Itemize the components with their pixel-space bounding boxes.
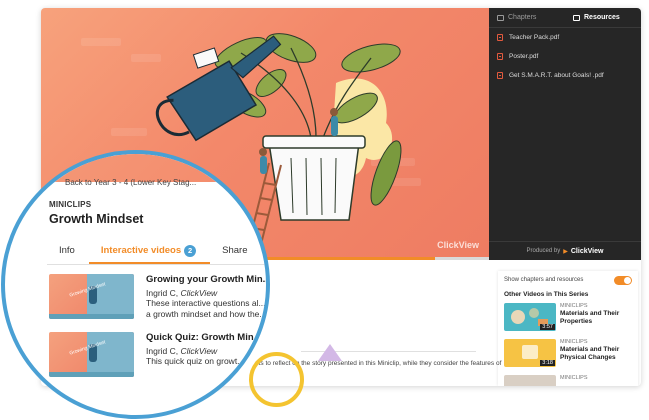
related-video-category: MINICLIPS (560, 375, 588, 381)
related-video-title[interactable]: Materials and Their Physical Changes (560, 346, 632, 362)
toggle-label: Show chapters and resources (504, 277, 584, 283)
tab-resources-label: Resources (584, 14, 620, 21)
tab-interactive-videos[interactable]: Interactive videos 2 (88, 241, 211, 264)
magnifier-callout: Back to Year 3 - 4 (Lower Key Stag... MI… (1, 150, 270, 419)
show-chapters-toggle-row: Show chapters and resources (498, 271, 638, 289)
interactive-video-item[interactable]: Growing Mindset Growing your Growth Min.… (49, 274, 267, 324)
video-category: MINICLIPS (49, 200, 92, 209)
duration-badge: 3:57 (540, 324, 555, 330)
related-video-item[interactable]: 3:57 MINICLIPS Materials and Their Prope… (498, 303, 638, 331)
tab-info[interactable]: Info (47, 241, 89, 264)
triangle-shape (318, 344, 342, 361)
produced-by: Produced by ▶ ClickView (489, 241, 641, 260)
related-video-title[interactable]: Materials and Their Properties (560, 310, 632, 326)
panel-tabs: Chapters Resources (489, 8, 641, 28)
interactive-video-desc: a growth mindset and how the... (146, 309, 267, 320)
thumb-strip (49, 372, 134, 377)
resource-file-label: Get S.M.A.R.T. about Goals! .pdf (509, 72, 604, 79)
related-video-info: MINICLIPS (560, 375, 588, 386)
related-video-info: MINICLIPS Materials and Their Properties (560, 303, 632, 331)
author-org: ClickView (180, 346, 218, 356)
interactive-video-desc: These interactive questions al... (146, 298, 266, 308)
related-video-category: MINICLIPS (560, 303, 588, 309)
interactive-video-item[interactable]: Growing Mindset Quick Quiz: Growth Min..… (49, 332, 266, 382)
related-video-info: MINICLIPS Materials and Their Physical C… (560, 339, 632, 367)
pdf-icon (497, 72, 503, 79)
interactive-video-info: Quick Quiz: Growth Min... Ingrid C, Clic… (146, 332, 266, 367)
pdf-icon (497, 34, 503, 41)
resource-file-label: Poster.pdf (509, 53, 539, 60)
video-thumbnail[interactable]: Growing Mindset (49, 274, 134, 319)
pdf-icon (497, 53, 503, 60)
interactive-video-desc: This quick quiz on growt... (146, 356, 245, 366)
video-thumbnail[interactable] (504, 375, 556, 386)
interactive-count-badge: 2 (184, 245, 197, 257)
related-video-item[interactable]: 3:18 MINICLIPS Materials and Their Physi… (498, 339, 638, 367)
interactive-video-author: Ingrid C, ClickView (146, 288, 266, 298)
interactive-video-author: Ingrid C, ClickView (146, 346, 266, 356)
resource-file-label: Teacher Pack.pdf (509, 34, 560, 41)
interactive-video-title[interactable]: Growing your Growth Min... (146, 274, 266, 285)
video-watermark: ClickView (437, 240, 479, 250)
magnified-back-link[interactable]: Back to Year 3 - 4 (Lower Key Stag... (65, 178, 196, 187)
duration-badge: 3:18 (540, 360, 555, 366)
related-heading: Other Videos in This Series (504, 291, 589, 298)
interactive-video-info: Growing your Growth Min... Ingrid C, Cli… (146, 274, 267, 320)
interactive-video-title[interactable]: Quick Quiz: Growth Min... (146, 332, 266, 343)
tab-info-label: Info (59, 245, 75, 256)
clickview-logo-icon: ▶ (563, 248, 568, 255)
content-tabs: Info Interactive videos 2 Share (47, 241, 266, 265)
video-thumbnail[interactable]: 3:18 (504, 339, 556, 367)
document-icon (573, 14, 580, 21)
author-org: ClickView (180, 288, 218, 298)
resources-panel: Chapters Resources Teacher Pack.pdf Post… (489, 8, 641, 260)
related-video-category: MINICLIPS (560, 339, 588, 345)
produced-by-label: Produced by (526, 248, 561, 254)
tab-share[interactable]: Share (210, 241, 261, 264)
author-name: Ingrid C, (146, 288, 179, 298)
related-video-item[interactable]: MINICLIPS (498, 375, 638, 386)
video-thumbnail[interactable]: Growing Mindset (49, 332, 134, 377)
related-videos-panel: Show chapters and resources Other Videos… (498, 271, 638, 386)
resource-file[interactable]: Get S.M.A.R.T. about Goals! .pdf (489, 66, 641, 85)
tab-chapters[interactable]: Chapters (489, 8, 565, 27)
tab-resources[interactable]: Resources (565, 8, 641, 27)
show-chapters-toggle[interactable] (614, 275, 632, 285)
video-thumbnail[interactable]: 3:57 (504, 303, 556, 331)
produced-by-brand: ClickView (570, 247, 604, 255)
author-name: Ingrid C, (146, 346, 179, 356)
tab-interactive-label: Interactive videos (100, 245, 182, 256)
page-title: Growth Mindset (49, 212, 144, 226)
tab-chapters-label: Chapters (508, 14, 537, 21)
resource-file[interactable]: Poster.pdf (489, 47, 641, 66)
list-icon (497, 14, 504, 21)
thumb-strip (49, 314, 134, 319)
tab-share-label: Share (222, 245, 248, 256)
resource-file[interactable]: Teacher Pack.pdf (489, 28, 641, 47)
